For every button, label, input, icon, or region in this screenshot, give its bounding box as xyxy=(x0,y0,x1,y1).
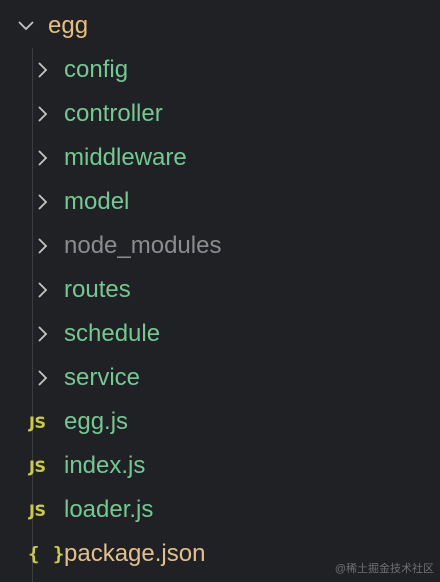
tree-item-label: package.json xyxy=(64,540,206,567)
tree-item-node-modules[interactable]: node_modules xyxy=(0,224,440,268)
chevron-right-icon xyxy=(32,104,52,124)
tree-item-label: egg.js xyxy=(64,408,129,435)
watermark: @稀土掘金技术社区 xyxy=(334,563,434,575)
tree-item-label: model xyxy=(64,188,130,215)
tree-item-middleware[interactable]: middleware xyxy=(0,136,440,180)
tree-item-label: index.js xyxy=(64,452,146,479)
tree-item-index-js[interactable]: JS index.js xyxy=(0,444,440,488)
tree-item-label: routes xyxy=(64,276,131,303)
tree-item-label: schedule xyxy=(64,320,161,347)
tree-item-routes[interactable]: routes xyxy=(0,268,440,312)
tree-item-label: config xyxy=(64,56,129,83)
javascript-file-icon: JS xyxy=(29,500,46,520)
tree-item-label: node_modules xyxy=(64,232,222,259)
chevron-right-icon xyxy=(32,280,52,300)
tree-item-egg[interactable]: egg xyxy=(0,4,440,48)
tree-item-controller[interactable]: controller xyxy=(0,92,440,136)
chevron-right-icon xyxy=(32,148,52,168)
json-file-icon: { } xyxy=(28,543,66,565)
tree-item-egg-js[interactable]: JS egg.js xyxy=(0,400,440,444)
tree-item-label: controller xyxy=(64,100,163,127)
tree-item-service[interactable]: service xyxy=(0,356,440,400)
tree-item-schedule[interactable]: schedule xyxy=(0,312,440,356)
file-explorer-tree: egg config controller middleware model n… xyxy=(0,0,440,582)
tree-item-label: egg xyxy=(48,12,89,39)
chevron-right-icon xyxy=(32,60,52,80)
chevron-right-icon xyxy=(32,236,52,256)
tree-item-label: service xyxy=(64,364,141,391)
chevron-right-icon xyxy=(32,368,52,388)
javascript-file-icon: JS xyxy=(29,456,46,476)
chevron-down-icon xyxy=(16,16,36,36)
javascript-file-icon: JS xyxy=(29,412,46,432)
tree-item-config[interactable]: config xyxy=(0,48,440,92)
chevron-right-icon xyxy=(32,324,52,344)
tree-item-label: middleware xyxy=(64,144,187,171)
tree-item-loader-js[interactable]: JS loader.js xyxy=(0,488,440,532)
chevron-right-icon xyxy=(32,192,52,212)
tree-item-model[interactable]: model xyxy=(0,180,440,224)
tree-item-label: loader.js xyxy=(64,496,154,523)
